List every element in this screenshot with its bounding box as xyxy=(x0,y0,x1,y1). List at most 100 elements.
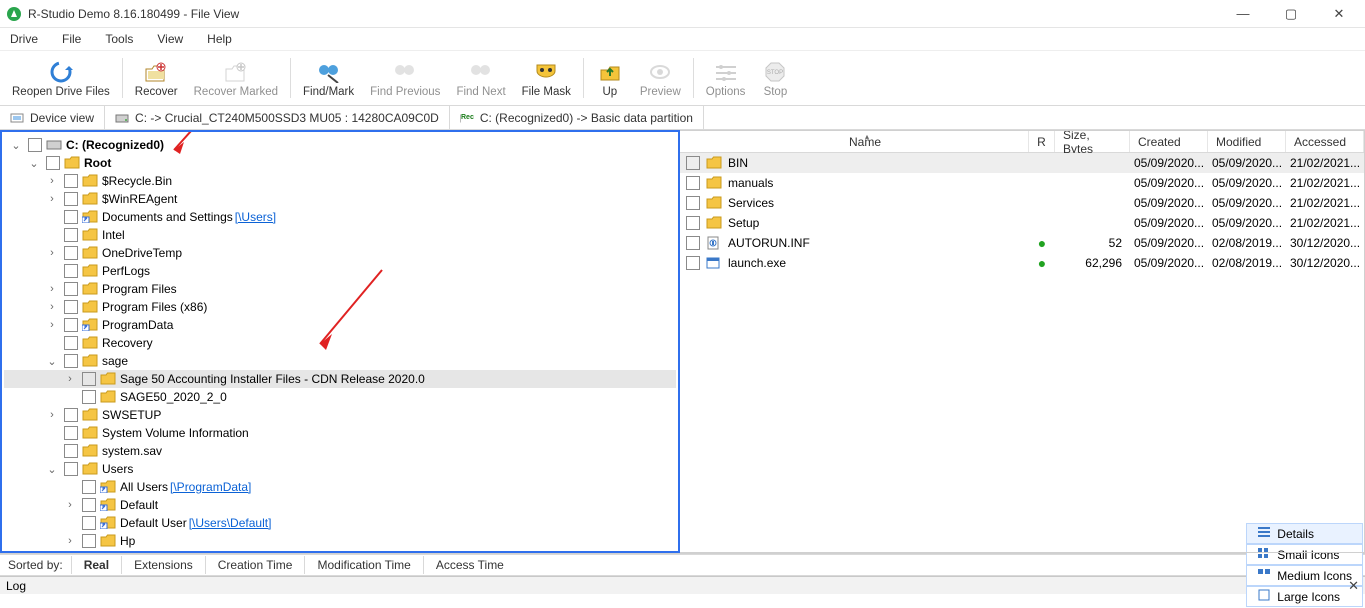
menu-view[interactable]: View xyxy=(153,30,187,48)
checkbox[interactable] xyxy=(64,282,78,296)
expand-icon[interactable]: › xyxy=(44,283,60,295)
toolbar-file-mask[interactable]: File Mask xyxy=(514,53,579,103)
view-medium-icons[interactable]: Medium Icons xyxy=(1246,565,1363,586)
tree-item-public[interactable]: ›Public xyxy=(4,550,676,551)
tab-c-recognized0-basic-data-parti[interactable]: RecC: (Recognized0) -> Basic data partit… xyxy=(450,106,704,129)
toolbar-options[interactable]: Options xyxy=(698,53,754,103)
checkbox[interactable] xyxy=(686,216,700,230)
minimize-button[interactable]: — xyxy=(1229,6,1257,22)
expand-icon[interactable]: › xyxy=(44,247,60,259)
file-row-manuals[interactable]: manuals05/09/2020...05/09/2020...21/02/2… xyxy=(680,173,1364,193)
tree-item-all-users[interactable]: All Users [\ProgramData] xyxy=(4,478,676,496)
column-accessed[interactable]: Accessed xyxy=(1286,131,1364,152)
close-button[interactable]: ✕ xyxy=(1325,6,1353,22)
toolbar-preview[interactable]: Preview xyxy=(632,53,689,103)
expand-icon[interactable]: › xyxy=(44,301,60,313)
column-modified[interactable]: Modified xyxy=(1208,131,1286,152)
tree-item-c-recognized0-[interactable]: ⌄C: (Recognized0) xyxy=(4,136,676,154)
column-created[interactable]: Created xyxy=(1130,131,1208,152)
checkbox[interactable] xyxy=(28,138,42,152)
expand-icon[interactable]: › xyxy=(44,319,60,331)
checkbox[interactable] xyxy=(82,516,96,530)
toolbar-find-next[interactable]: Find Next xyxy=(448,53,513,103)
tab-device-view[interactable]: Device view xyxy=(0,106,105,129)
sort-tab-extensions[interactable]: Extensions xyxy=(121,556,205,574)
tree-item-recovery[interactable]: Recovery xyxy=(4,334,676,352)
column-r[interactable]: R xyxy=(1029,131,1055,152)
checkbox[interactable] xyxy=(82,372,96,386)
expand-icon[interactable]: ⌄ xyxy=(44,463,60,476)
symlink-target[interactable]: [\ProgramData] xyxy=(170,480,251,494)
menu-drive[interactable]: Drive xyxy=(6,30,42,48)
column-size[interactable]: Size, Bytes xyxy=(1055,131,1130,152)
file-row-bin[interactable]: BIN05/09/2020...05/09/2020...21/02/2021.… xyxy=(680,153,1364,173)
tree-item-onedrivetemp[interactable]: ›OneDriveTemp xyxy=(4,244,676,262)
checkbox[interactable] xyxy=(64,336,78,350)
tree-item-users[interactable]: ⌄Users xyxy=(4,460,676,478)
expand-icon[interactable]: › xyxy=(62,373,78,385)
column-name[interactable]: Name▴ xyxy=(702,131,1029,152)
sort-tab-real[interactable]: Real xyxy=(71,556,121,574)
checkbox[interactable] xyxy=(64,462,78,476)
file-row-services[interactable]: Services05/09/2020...05/09/2020...21/02/… xyxy=(680,193,1364,213)
tab-c-crucial-ct240m500ssd3-mu05-1[interactable]: C: -> Crucial_CT240M500SSD3 MU05 : 14280… xyxy=(105,106,450,129)
file-row-launch-exe[interactable]: launch.exe●62,29605/09/2020...02/08/2019… xyxy=(680,253,1364,273)
toolbar-find-previous[interactable]: Find Previous xyxy=(362,53,448,103)
toolbar-find-mark[interactable]: Find/Mark xyxy=(295,53,362,103)
checkbox[interactable] xyxy=(686,236,700,250)
checkbox[interactable] xyxy=(64,354,78,368)
checkbox[interactable] xyxy=(64,192,78,206)
checkbox[interactable] xyxy=(64,210,78,224)
checkbox[interactable] xyxy=(64,246,78,260)
expand-icon[interactable]: › xyxy=(62,535,78,547)
file-row-autorun-inf[interactable]: AUTORUN.INF●5205/09/2020...02/08/2019...… xyxy=(680,233,1364,253)
expand-icon[interactable]: ⌄ xyxy=(26,157,42,170)
tree-item-system-sav[interactable]: system.sav xyxy=(4,442,676,460)
sort-tab-modification-time[interactable]: Modification Time xyxy=(304,556,422,574)
toolbar-up[interactable]: Up xyxy=(588,53,632,103)
tree-item-perflogs[interactable]: PerfLogs xyxy=(4,262,676,280)
checkbox[interactable] xyxy=(82,390,96,404)
symlink-target[interactable]: [\Users] xyxy=(235,210,276,224)
tree-item-sage[interactable]: ⌄sage xyxy=(4,352,676,370)
sort-tab-access-time[interactable]: Access Time xyxy=(423,556,516,574)
checkbox[interactable] xyxy=(82,480,96,494)
tree-item-root[interactable]: ⌄Root xyxy=(4,154,676,172)
checkbox[interactable] xyxy=(64,228,78,242)
checkbox[interactable] xyxy=(64,444,78,458)
expand-icon[interactable]: › xyxy=(44,193,60,205)
checkbox[interactable] xyxy=(686,176,700,190)
tree-item-program-files-x86-[interactable]: ›Program Files (x86) xyxy=(4,298,676,316)
toolbar-reopen-drive-files[interactable]: Reopen Drive Files xyxy=(4,53,118,103)
menu-file[interactable]: File xyxy=(58,30,85,48)
log-close-icon[interactable]: ✕ xyxy=(1348,578,1359,594)
toolbar-recover[interactable]: Recover xyxy=(127,53,186,103)
checkbox[interactable] xyxy=(686,156,700,170)
menu-tools[interactable]: Tools xyxy=(101,30,137,48)
expand-icon[interactable]: › xyxy=(44,409,60,421)
tree-item-swsetup[interactable]: ›SWSETUP xyxy=(4,406,676,424)
symlink-target[interactable]: [\Users\Default] xyxy=(189,516,272,530)
checkbox[interactable] xyxy=(686,196,700,210)
tree-item-system-volume-information[interactable]: System Volume Information xyxy=(4,424,676,442)
expand-icon[interactable]: ⌄ xyxy=(44,355,60,368)
sort-tab-creation-time[interactable]: Creation Time xyxy=(205,556,305,574)
tree-item-default-user[interactable]: Default User [\Users\Default] xyxy=(4,514,676,532)
checkbox[interactable] xyxy=(64,264,78,278)
checkbox[interactable] xyxy=(82,498,96,512)
file-row-setup[interactable]: Setup05/09/2020...05/09/2020...21/02/202… xyxy=(680,213,1364,233)
tree-item--winreagent[interactable]: ›$WinREAgent xyxy=(4,190,676,208)
tree-item-documents-and-settings[interactable]: Documents and Settings [\Users] xyxy=(4,208,676,226)
checkbox[interactable] xyxy=(686,256,700,270)
checkbox[interactable] xyxy=(46,156,60,170)
checkbox[interactable] xyxy=(64,300,78,314)
expand-icon[interactable]: ⌄ xyxy=(8,139,24,152)
checkbox[interactable] xyxy=(64,408,78,422)
toolbar-stop[interactable]: STOPStop xyxy=(753,53,797,103)
tree-item-default[interactable]: ›Default xyxy=(4,496,676,514)
maximize-button[interactable]: ▢ xyxy=(1277,6,1305,22)
tree-item--recycle-bin[interactable]: ›$Recycle.Bin xyxy=(4,172,676,190)
menu-help[interactable]: Help xyxy=(203,30,236,48)
tree-item-sage50-2020-2-0[interactable]: SAGE50_2020_2_0 xyxy=(4,388,676,406)
checkbox[interactable] xyxy=(64,318,78,332)
